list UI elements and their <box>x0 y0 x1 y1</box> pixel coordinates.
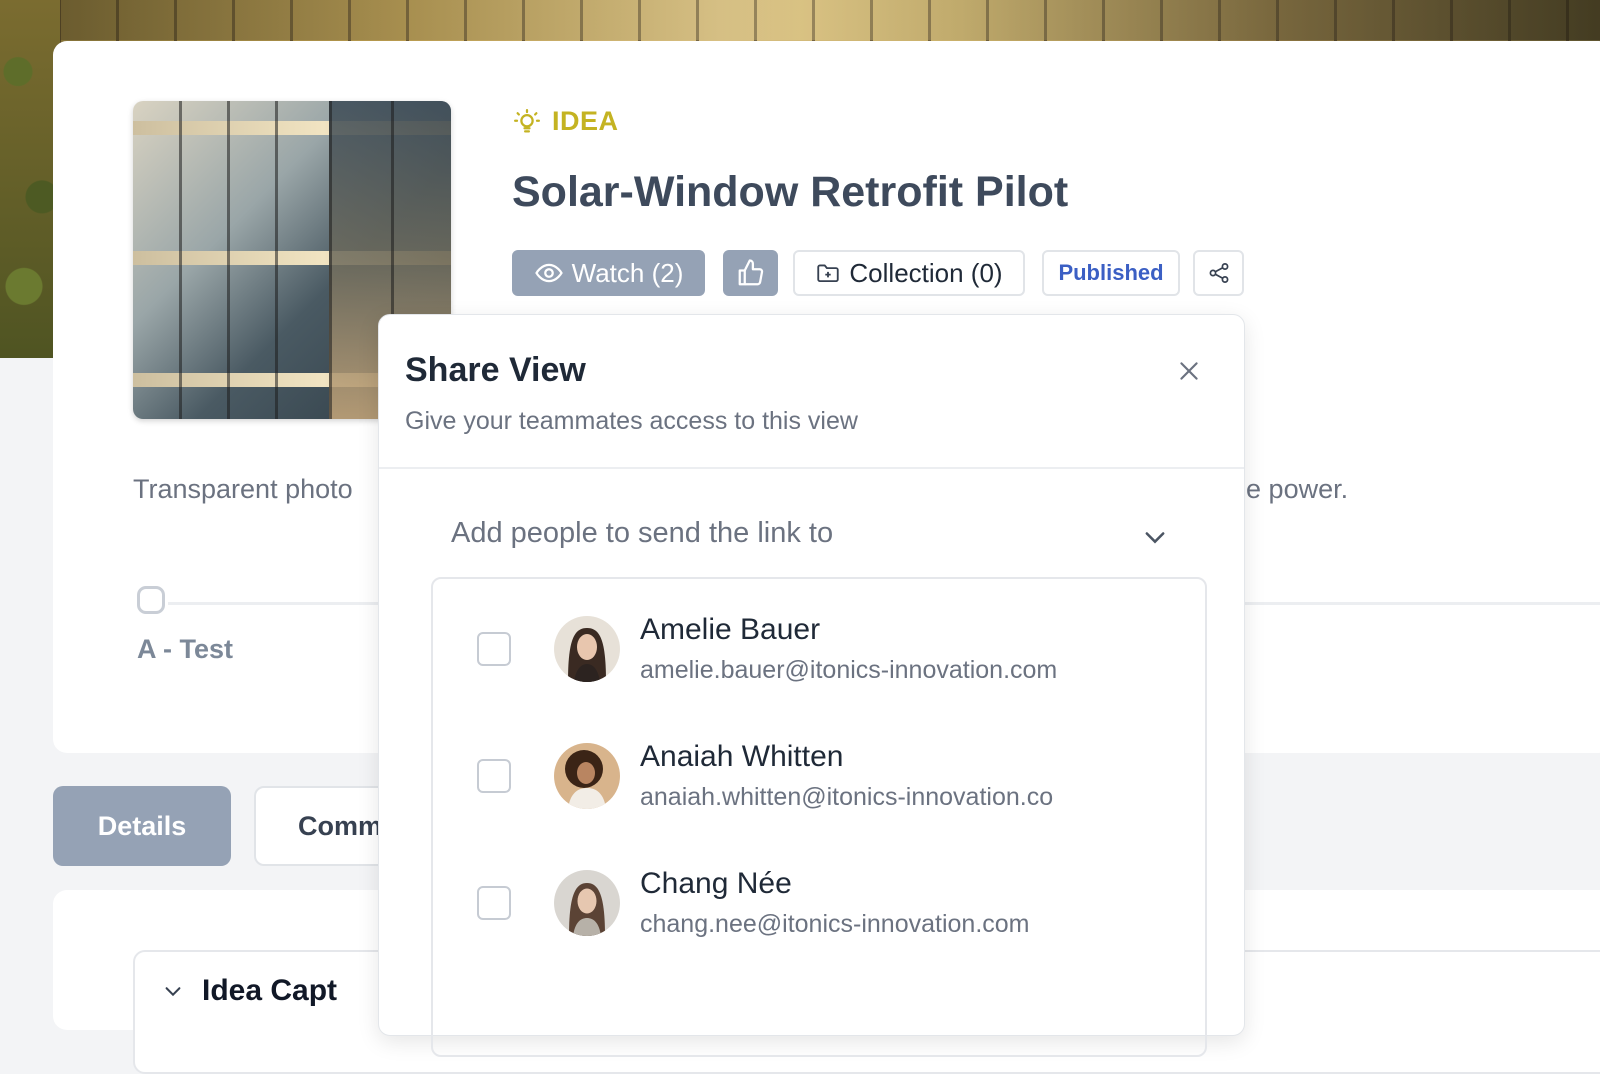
folder-plus-icon <box>817 264 840 283</box>
person-email: anaiah.whitten@itonics-innovation.co <box>640 783 1054 811</box>
idea-type-label: IDEA <box>512 106 619 137</box>
dialog-title: Share View <box>405 351 586 389</box>
add-people-select[interactable]: Add people to send the link to <box>451 517 833 550</box>
person-name: Amelie Bauer <box>640 613 821 646</box>
person-row[interactable]: Amelie Bauer amelie.bauer@itonics-innova… <box>433 579 1205 699</box>
section-header[interactable]: Idea Capt <box>162 974 337 1008</box>
idea-description: Transparent photo <box>133 474 353 504</box>
people-list: Amelie Bauer amelie.bauer@itonics-innova… <box>431 577 1207 1057</box>
thumbnail-mullion <box>329 101 332 419</box>
person-checkbox[interactable] <box>477 759 511 793</box>
share-view-dialog: Share View Give your teammates access to… <box>378 314 1245 1057</box>
person-name: Anaiah Whitten <box>640 740 844 773</box>
watch-button[interactable]: Watch (2) <box>512 250 705 296</box>
person-email: chang.nee@itonics-innovation.com <box>640 910 1030 938</box>
close-icon <box>1180 362 1198 380</box>
watch-button-label: Watch (2) <box>571 257 684 288</box>
like-button[interactable] <box>723 250 778 296</box>
chevron-down-icon <box>165 987 181 997</box>
person-name: Chang Née <box>640 867 792 900</box>
person-email: amelie.bauer@itonics-innovation.com <box>640 656 1058 684</box>
stage-marker[interactable] <box>137 586 165 614</box>
share-icon <box>1209 263 1228 283</box>
thumbnail-mullion <box>275 101 278 419</box>
thumbnail-mullion <box>227 101 230 419</box>
eye-icon <box>534 263 563 283</box>
thumbnail-mullion <box>179 101 182 419</box>
avatar <box>554 870 620 936</box>
collection-button[interactable]: Collection (0) <box>793 250 1025 296</box>
status-badge[interactable]: Published <box>1042 250 1180 296</box>
hero-sky <box>0 0 1600 40</box>
share-button[interactable] <box>1193 250 1244 296</box>
dialog-divider <box>379 467 1244 469</box>
thumbs-up-icon <box>738 259 763 286</box>
lightbulb-icon <box>514 108 540 132</box>
idea-type-text: IDEA <box>552 106 619 136</box>
avatar <box>554 743 620 809</box>
page-title: Solar-Window Retrofit Pilot <box>512 168 1069 216</box>
chevron-down-icon[interactable] <box>1141 523 1169 551</box>
person-row[interactable]: Anaiah Whitten anaiah.whitten@itonics-in… <box>433 706 1205 826</box>
tab-details[interactable]: Details <box>53 786 231 866</box>
close-button[interactable] <box>1171 353 1207 389</box>
section-title: Idea Capt <box>202 974 338 1007</box>
dialog-subtitle: Give your teammates access to this view <box>405 407 858 435</box>
hero-trees <box>0 0 60 358</box>
person-row[interactable]: Chang Née chang.nee@itonics-innovation.c… <box>433 833 1205 953</box>
avatar <box>554 616 620 682</box>
person-checkbox[interactable] <box>477 886 511 920</box>
stage-label: A - Test <box>137 634 234 664</box>
collection-button-label: Collection (0) <box>849 257 1003 288</box>
person-checkbox[interactable] <box>477 632 511 666</box>
